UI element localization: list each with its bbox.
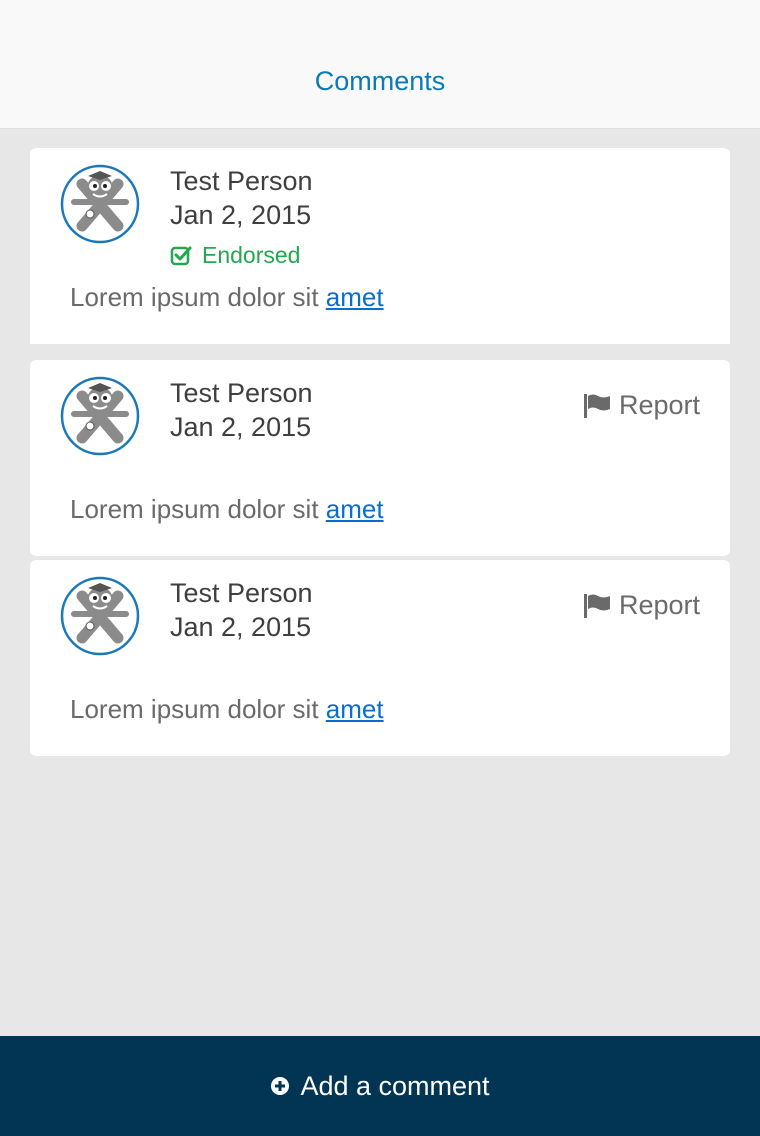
comment-text: Lorem ipsum dolor sit bbox=[70, 694, 319, 724]
avatar[interactable] bbox=[60, 576, 140, 656]
comment-body: Lorem ipsum dolor sit amet bbox=[70, 694, 384, 725]
comment-link[interactable]: amet bbox=[326, 694, 384, 724]
comment-text: Lorem ipsum dolor sit bbox=[70, 282, 319, 312]
comment-date: Jan 2, 2015 bbox=[170, 412, 312, 442]
check-square-icon bbox=[170, 246, 192, 265]
comment-body: Lorem ipsum dolor sit amet bbox=[70, 282, 384, 313]
comment-author: Test Person bbox=[170, 166, 313, 196]
comment-author: Test Person bbox=[170, 378, 313, 408]
report-button[interactable]: Report bbox=[583, 390, 700, 421]
report-label: Report bbox=[618, 590, 700, 620]
endorsed-label: Endorsed bbox=[202, 242, 301, 268]
endorsed-badge: Endorsed bbox=[170, 242, 300, 269]
comment-card: Test Person Jan 2, 2015 Report Lorem ips… bbox=[30, 560, 730, 756]
comment-card: Test Person Jan 2, 2015 Endorsed Lorem i… bbox=[30, 148, 730, 344]
comment-body: Lorem ipsum dolor sit amet bbox=[70, 494, 384, 525]
report-label: Report bbox=[618, 390, 700, 420]
comment-card: Test Person Jan 2, 2015 Report Lorem ips… bbox=[30, 360, 730, 556]
comment-author: Test Person bbox=[170, 578, 313, 608]
flag-icon bbox=[583, 393, 610, 418]
avatar[interactable] bbox=[60, 164, 140, 244]
report-button[interactable]: Report bbox=[583, 590, 700, 621]
comment-text: Lorem ipsum dolor sit bbox=[70, 494, 319, 524]
add-comment-button[interactable]: Add a comment bbox=[0, 1036, 760, 1136]
add-comment-label: Add a comment bbox=[300, 1070, 490, 1101]
avatar[interactable] bbox=[60, 376, 140, 456]
nav-bar: Comments bbox=[0, 0, 760, 129]
plus-circle-icon bbox=[271, 1077, 290, 1095]
page-title: Comments bbox=[314, 66, 446, 96]
flag-icon bbox=[583, 593, 610, 618]
comment-link[interactable]: amet bbox=[326, 494, 384, 524]
comment-date: Jan 2, 2015 bbox=[170, 612, 312, 642]
comment-link[interactable]: amet bbox=[326, 282, 384, 312]
comment-date: Jan 2, 2015 bbox=[170, 200, 312, 230]
